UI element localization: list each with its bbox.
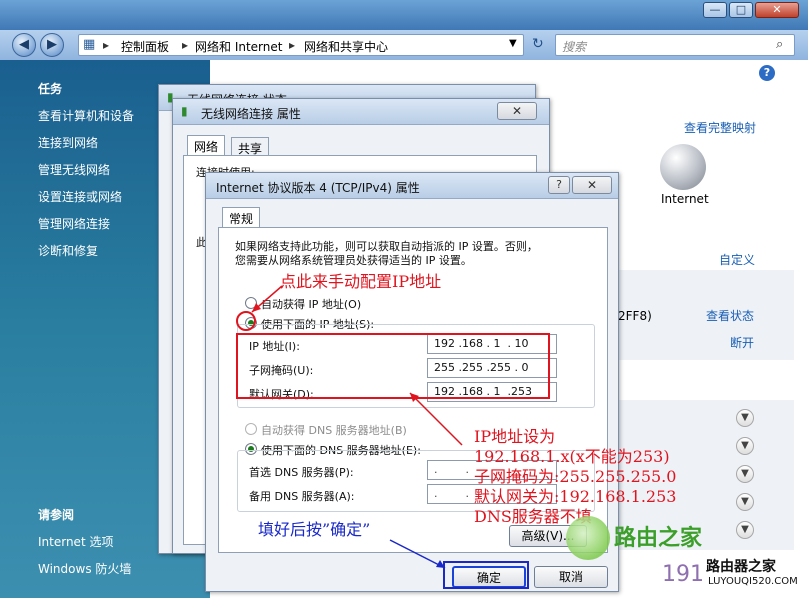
annotation-click-hint: 点此来手动配置IP地址 <box>280 272 442 291</box>
watermark-number: 191 <box>662 562 704 587</box>
watermark-brand-2: 路由器之家 <box>706 559 776 575</box>
watermark-brand: 路由之家 <box>614 526 703 551</box>
annotation-arrows <box>251 285 463 569</box>
router-logo-icon <box>566 516 610 560</box>
watermark-domain: LUYOUQI520.COM <box>708 576 798 587</box>
arrow-to-ok <box>389 539 446 569</box>
arrow-head-icon <box>252 303 261 312</box>
arrow-to-ip-fields <box>409 392 463 446</box>
annotation-fill-hint: 填好后按”确定” <box>258 520 371 539</box>
